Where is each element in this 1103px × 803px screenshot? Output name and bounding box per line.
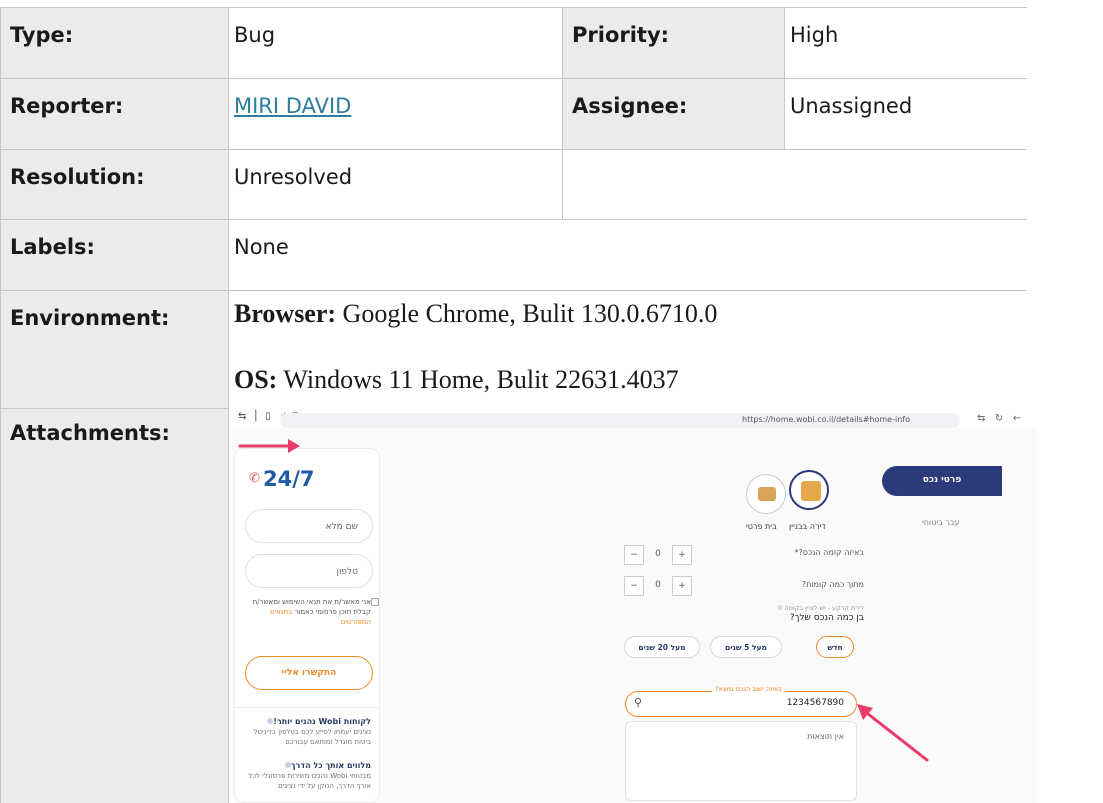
- empty-cell: [562, 149, 1027, 219]
- perk-1-title: לקוחות Wobi נהנים יותר!: [273, 717, 371, 726]
- assignee-label: Assignee:: [562, 78, 784, 149]
- phone-hours: 24/7: [263, 467, 315, 491]
- resolution-value: Unresolved: [228, 149, 562, 219]
- option-house-label: בית פרטי: [746, 522, 777, 531]
- os-line: OS: Windows 11 Home, Bulit 22631.4037: [234, 365, 1027, 395]
- browser-value: Google Chrome, Bulit 130.0.6710.0: [336, 299, 718, 328]
- reporter-label: Reporter:: [0, 78, 228, 149]
- environment-label: Environment:: [0, 290, 228, 408]
- house-icon: [758, 487, 776, 501]
- building-icon: [801, 481, 821, 501]
- priority-label: Priority:: [562, 7, 784, 78]
- phone-input: טלפון: [245, 554, 373, 588]
- locality-search: ⚲ 1234567890: [625, 691, 857, 717]
- reload-back-icons: ⇆ ↻ ←: [977, 413, 1022, 424]
- type-label: Type:: [0, 7, 228, 78]
- attachment-screenshot[interactable]: ⇆ │ ▯ ☆ ⧉ https://home.wobi.co.il/detail…: [232, 408, 1037, 803]
- age-question: בן כמה הנכס שלך?: [789, 613, 864, 623]
- floor-question: באיזה קומה הנכס?*: [794, 548, 864, 557]
- search-value: 1234567890: [786, 698, 844, 708]
- option-apartment-label: דירה בבניין: [789, 522, 826, 531]
- browser-label: Browser:: [234, 299, 337, 328]
- consent-checkbox: [371, 598, 379, 606]
- assignee-value: Unassigned: [784, 78, 1027, 149]
- address-bar: https://home.wobi.co.il/details#home-inf…: [280, 413, 960, 428]
- reporter-link[interactable]: MIRI DAVID: [234, 94, 351, 118]
- resolution-label: Resolution:: [0, 149, 228, 219]
- locality-legend: באיזה ישוב הנכס נמצא?: [712, 685, 786, 693]
- divider: [235, 707, 381, 708]
- browser-line: Browser: Google Chrome, Bulit 130.0.6710…: [234, 299, 1027, 329]
- priority-value: High: [784, 7, 1027, 78]
- contact-panel: ✆ 24/7 שם מלא טלפון אני מאשר/ת את תנאי ה…: [234, 448, 381, 803]
- option-apartment: [789, 470, 829, 510]
- plus-icon: +: [672, 545, 692, 565]
- os-value: Windows 11 Home, Bulit 22631.4037: [277, 365, 679, 394]
- floor-value: 0: [655, 549, 661, 559]
- name-input: שם מלא: [245, 509, 373, 543]
- attachments-label: Attachments:: [0, 408, 228, 803]
- contact-me-button: התקשרו אליי: [245, 656, 373, 690]
- os-label: OS:: [234, 365, 278, 394]
- consent-text: אני מאשר/ת את תנאי השימוש ומאשר/ת קבלת ת…: [247, 597, 371, 627]
- type-value: Bug: [228, 7, 562, 78]
- reporter-cell: MIRI DAVID: [228, 78, 562, 149]
- age-5-pill: מעל 5 שנים: [710, 636, 782, 658]
- perk-1: לקוחות Wobi נהנים יותר! נציגים יעמחו לסי…: [241, 717, 371, 747]
- no-results-text: אין תוצאות: [807, 732, 844, 741]
- perk-2-text: מבטוחי Wobi נהנים משירות פרסונלי לכל אור…: [248, 772, 371, 790]
- environment-value: Browser: Google Chrome, Bulit 130.0.6710…: [228, 290, 1027, 408]
- perk-2: מלווים אותך כל הדרך מבטוחי Wobi נהנים מש…: [241, 761, 371, 791]
- age-hint: דירת קרקע - יש לציין בקומה 0: [778, 604, 864, 612]
- step-insurance-history: עבר ביטוחי: [922, 518, 960, 527]
- arrow-annotation-search: [857, 704, 929, 762]
- plus-icon: +: [672, 576, 692, 596]
- floors-total-question: מתוך כמה קומות?: [801, 580, 864, 589]
- arrow-annotation-url: [238, 439, 300, 453]
- perk-1-text: נציגים יעמחו לסייע לכם בטלפון בדיגיטל בי…: [253, 728, 371, 746]
- floors-total-value: 0: [655, 580, 661, 590]
- age-20-pill: מעל 20 שנים: [624, 636, 700, 658]
- search-icon: ⚲: [634, 696, 643, 709]
- phone-icon: ✆: [249, 471, 260, 486]
- floor-stepper: − 0 +: [624, 545, 696, 565]
- option-house: [746, 474, 786, 514]
- search-results: אין תוצאות: [625, 721, 857, 801]
- labels-label: Labels:: [0, 219, 228, 290]
- step-property-details: פרטי נכס: [882, 466, 1002, 496]
- floors-total-stepper: − 0 +: [624, 576, 696, 596]
- browser-toolbar: ⇆ │ ▯ ☆ ⧉ https://home.wobi.co.il/detail…: [232, 408, 1037, 428]
- perk-2-title: מלווים אותך כל הדרך: [290, 761, 371, 770]
- minus-icon: −: [624, 576, 644, 596]
- age-new-pill: חדש: [816, 636, 854, 658]
- labels-value: None: [228, 219, 1027, 290]
- minus-icon: −: [624, 545, 644, 565]
